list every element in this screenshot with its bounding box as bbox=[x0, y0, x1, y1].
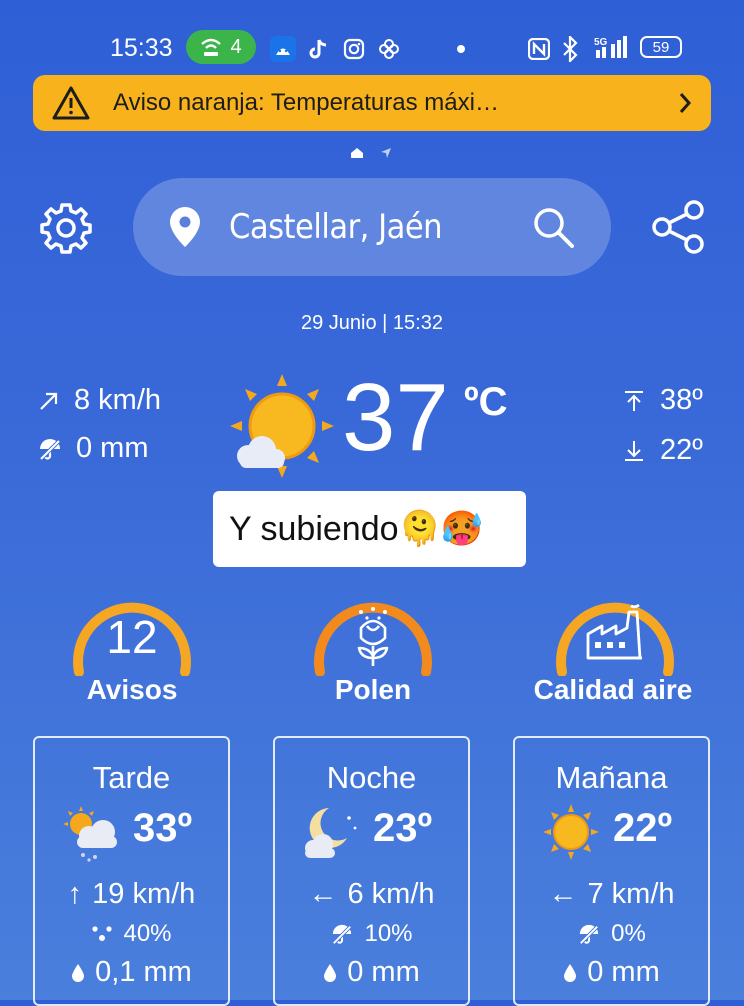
forecast-wind: ← 7 km/h bbox=[515, 878, 708, 911]
page-indicator[interactable] bbox=[350, 147, 392, 159]
forecast-precip-value: 40% bbox=[123, 920, 172, 947]
umbrella-icon bbox=[579, 924, 599, 945]
forecast-wind-value: 19 km/h bbox=[92, 878, 196, 910]
home-page-icon[interactable] bbox=[350, 147, 364, 159]
status-bar: 15:33 4 5G 59 bbox=[0, 28, 744, 72]
gear-icon bbox=[40, 203, 92, 254]
air-quality-gauge[interactable] bbox=[553, 580, 677, 681]
wind-arrow-icon: ← bbox=[308, 878, 338, 910]
alerts-count: 12 bbox=[106, 611, 158, 663]
forecast-title: Noche bbox=[326, 760, 417, 795]
alert-text: Aviso naranja: Temperaturas máxi… bbox=[113, 89, 499, 116]
forecast-wind: ← 6 km/h bbox=[275, 878, 468, 911]
chevron-right-icon bbox=[679, 93, 692, 113]
wind-arrow-icon: ↑ bbox=[67, 878, 83, 910]
rain-drops-icon bbox=[92, 926, 113, 941]
current-wind: 8 km/h bbox=[38, 384, 161, 417]
current-temperature: 37 bbox=[342, 364, 449, 471]
forecast-wind-value: 6 km/h bbox=[347, 878, 435, 910]
battery-level: 59 bbox=[652, 38, 670, 56]
sun-cloud-rain-icon bbox=[63, 806, 117, 862]
forecast-title: Mañana bbox=[555, 760, 668, 795]
alerts-label[interactable]: Avisos bbox=[12, 674, 252, 706]
warning-icon bbox=[52, 86, 90, 120]
temperature-unit: ºC bbox=[464, 380, 508, 424]
alerts-gauge[interactable]: 12 bbox=[70, 580, 194, 681]
forecast-precip-value: 0% bbox=[611, 920, 646, 947]
flower-icon bbox=[357, 607, 389, 666]
tiktok-icon bbox=[305, 36, 331, 62]
forecast-title: Tarde bbox=[92, 760, 171, 795]
forecast-temp: 23º bbox=[373, 806, 433, 850]
forecast-rain: 0,1 mm bbox=[35, 956, 228, 989]
rain-amount: 0 mm bbox=[76, 432, 149, 464]
forecast-precip-prob: 10% bbox=[275, 920, 468, 948]
forecast-wind-value: 7 km/h bbox=[587, 878, 675, 910]
location-name[interactable]: Castellar, Jaén bbox=[229, 207, 531, 247]
search-icon[interactable] bbox=[531, 205, 575, 249]
air-quality-label[interactable]: Calidad aire bbox=[493, 674, 733, 706]
location-search-bar[interactable]: Castellar, Jaén bbox=[133, 178, 611, 276]
sunny-cloud-icon bbox=[226, 370, 338, 487]
forecast-temp: 22º bbox=[613, 806, 673, 850]
forecast-card-tarde[interactable]: Tarde 33º ↑ 19 km/h 40% 0,1 mm bbox=[33, 736, 230, 1006]
min-temperature: 22º bbox=[622, 434, 703, 467]
notification-dot bbox=[457, 45, 465, 53]
svg-text:5G: 5G bbox=[594, 37, 608, 48]
pollen-label[interactable]: Polen bbox=[253, 674, 493, 706]
forecast-wind: ↑ 19 km/h bbox=[35, 878, 228, 911]
min-temp-icon bbox=[625, 440, 643, 461]
location-page-icon[interactable] bbox=[380, 147, 392, 159]
wind-speed: 8 km/h bbox=[74, 384, 162, 416]
forecast-temp: 33º bbox=[133, 806, 193, 850]
forecast-rain-value: 0 mm bbox=[587, 956, 660, 988]
forecast-rain-value: 0 mm bbox=[347, 956, 420, 988]
forecast-precip-value: 10% bbox=[364, 920, 413, 947]
forecast-precip-prob: 0% bbox=[515, 920, 708, 948]
battery-indicator: 59 bbox=[640, 36, 682, 58]
share-icon bbox=[652, 200, 704, 254]
nfc-icon bbox=[527, 37, 551, 65]
forecast-precip-prob: 40% bbox=[35, 920, 228, 948]
android-app-icon bbox=[270, 36, 296, 62]
settings-button[interactable] bbox=[38, 200, 94, 261]
wind-direction-icon bbox=[40, 392, 58, 410]
hotspot-indicator: 4 bbox=[186, 30, 256, 64]
max-temp-icon bbox=[625, 390, 643, 411]
signal-5g-icon: 5G bbox=[594, 34, 630, 67]
hotspot-count: 4 bbox=[230, 35, 242, 58]
max-temp-value: 38º bbox=[660, 384, 703, 416]
weather-alert-banner[interactable]: Aviso naranja: Temperaturas máxi… bbox=[33, 75, 711, 131]
forecast-card-manana[interactable]: Mañana 22º ← 7 km/h 0% 0 mm bbox=[513, 736, 710, 1006]
user-note-label: Y subiendo🫠🥵 bbox=[213, 491, 526, 567]
pollen-gauge[interactable] bbox=[311, 580, 435, 681]
umbrella-icon bbox=[39, 438, 61, 460]
forecast-rain-value: 0,1 mm bbox=[95, 956, 192, 988]
status-time: 15:33 bbox=[110, 34, 173, 62]
forecast-rain: 0 mm bbox=[275, 956, 468, 989]
forecast-card-noche[interactable]: Noche 23º ← 6 km/h 10% 0 mm bbox=[273, 736, 470, 1006]
factory-icon bbox=[586, 604, 642, 660]
instagram-icon bbox=[341, 36, 367, 62]
update-datetime: 29 Junio | 15:32 bbox=[301, 312, 443, 334]
bluetooth-icon bbox=[562, 34, 578, 67]
location-pin-icon bbox=[170, 207, 200, 247]
min-temp-value: 22º bbox=[660, 434, 703, 466]
hotspot-icon bbox=[201, 38, 222, 56]
drop-icon bbox=[72, 963, 85, 982]
moon-cloud-icon bbox=[305, 808, 357, 858]
sun-icon bbox=[543, 804, 599, 860]
drop-icon bbox=[564, 963, 577, 982]
current-rain: 0 mm bbox=[38, 432, 149, 465]
umbrella-icon bbox=[332, 924, 353, 945]
forecast-rain: 0 mm bbox=[515, 956, 708, 989]
wind-arrow-icon: ← bbox=[548, 878, 578, 910]
max-temperature: 38º bbox=[622, 384, 703, 417]
drop-icon bbox=[324, 963, 337, 982]
share-button[interactable] bbox=[650, 198, 708, 261]
pinwheel-app-icon bbox=[376, 36, 402, 62]
